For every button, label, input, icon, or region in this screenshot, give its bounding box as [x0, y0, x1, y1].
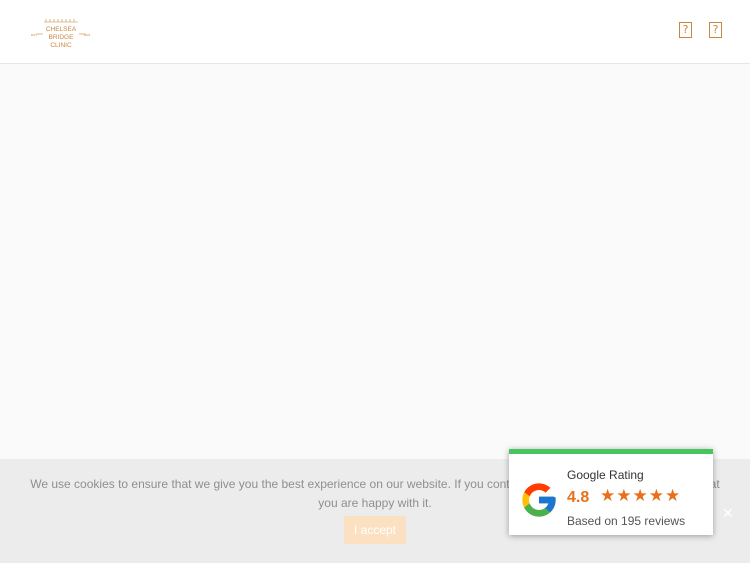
logo-line-1: CHELSEA: [46, 26, 77, 33]
rating-score: 4.8: [567, 489, 590, 506]
star-icon: ★: [616, 486, 632, 506]
google-logo-icon: [519, 480, 559, 520]
site-header: CHELSEA BRIDGE CLINIC EST 2024 ? ?: [0, 0, 750, 64]
star-icon: ★: [648, 486, 664, 506]
accept-cookies-button[interactable]: I accept: [344, 516, 406, 544]
star-icon: ★: [665, 486, 681, 506]
review-count: Based on 195 reviews: [567, 514, 686, 528]
google-rating-badge[interactable]: Google Rating 4.8 ★★★★★ Based on 195 rev…: [509, 449, 713, 535]
logo-line-2: BRIDGE: [49, 34, 75, 41]
logo-line-3: CLINIC: [50, 42, 72, 49]
menu-icon[interactable]: ?: [709, 22, 722, 38]
star-icon: ★: [632, 486, 648, 506]
star-rating: ★★★★★: [600, 487, 681, 505]
logo-left-mark: EST: [31, 33, 37, 37]
chelsea-bridge-clinic-logo[interactable]: CHELSEA BRIDGE CLINIC EST 2024: [30, 18, 92, 50]
logo-right-mark: 2024: [84, 33, 91, 37]
star-icon: ★: [600, 486, 616, 506]
close-icon[interactable]: ✕: [722, 505, 734, 522]
rating-title: Google Rating: [567, 468, 644, 482]
missing-glyph-icon[interactable]: ?: [679, 22, 692, 38]
